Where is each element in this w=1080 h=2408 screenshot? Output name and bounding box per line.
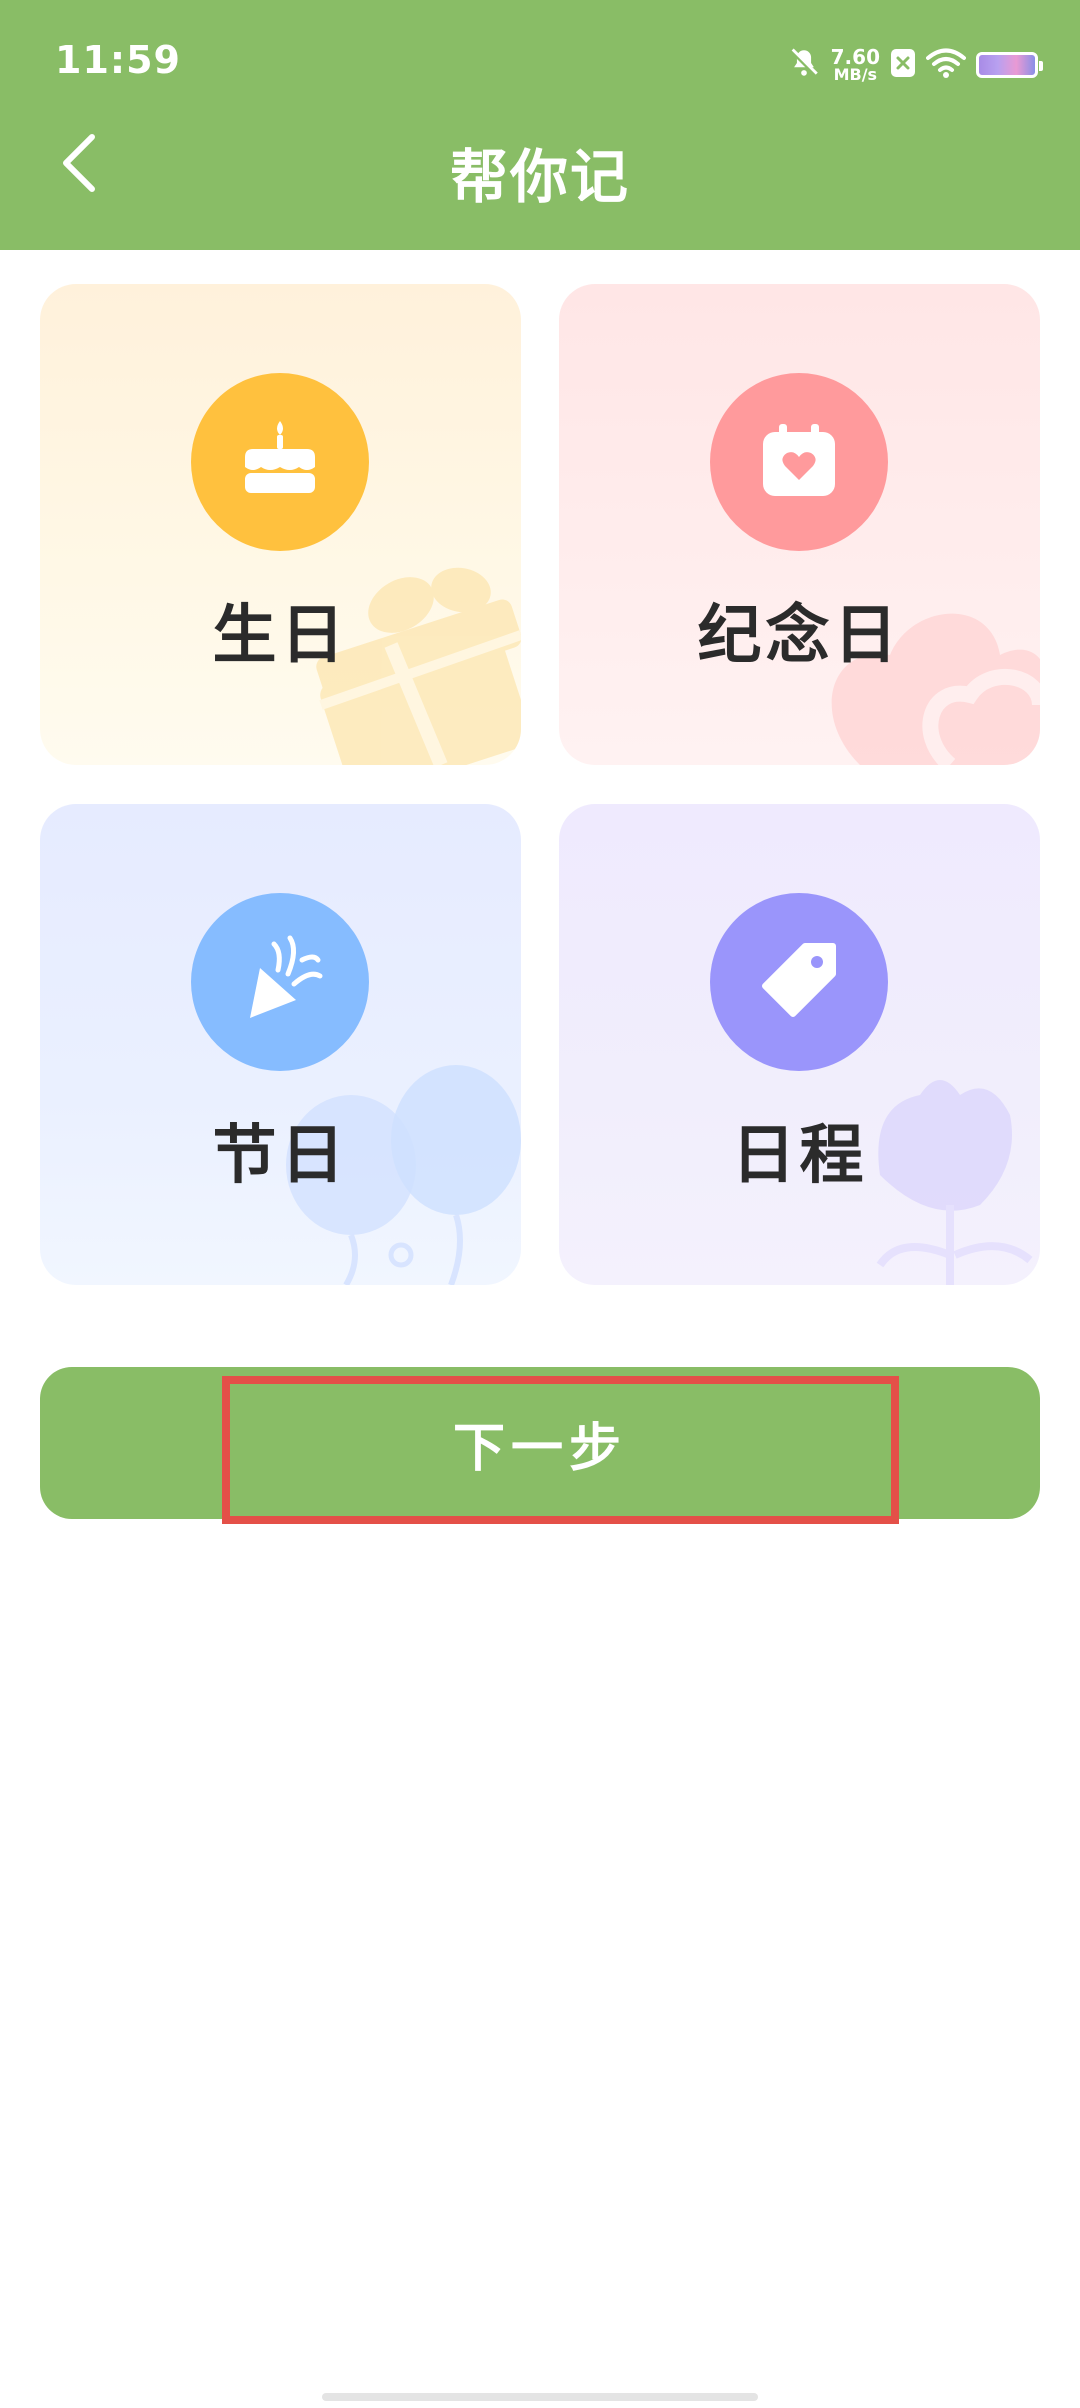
- card-label-anniversary: 纪念日: [697, 599, 902, 673]
- page-title: 帮你记: [449, 143, 630, 211]
- birthday-icon-circle: [191, 373, 369, 551]
- card-label-festival: 节日: [212, 1119, 349, 1193]
- card-label-birthday: 生日: [212, 599, 349, 673]
- tag-icon: [757, 938, 841, 1026]
- network-speed: 7.60 MB/s: [831, 47, 880, 83]
- status-icons: 7.60 MB/s: [787, 40, 1043, 90]
- wifi-icon: [926, 47, 966, 83]
- card-schedule[interactable]: 日程: [559, 804, 1040, 1285]
- schedule-icon-circle: [710, 893, 888, 1071]
- x-badge-icon: [890, 48, 916, 82]
- card-label-schedule: 日程: [731, 1119, 868, 1193]
- header-bar: 11:59 7.60 MB/s 帮你记: [0, 0, 1080, 250]
- network-speed-unit: MB/s: [833, 65, 878, 84]
- card-festival[interactable]: 节日: [40, 804, 521, 1285]
- festival-icon-circle: [191, 893, 369, 1071]
- home-indicator[interactable]: [322, 2393, 758, 2401]
- battery-icon: [976, 52, 1043, 78]
- status-time: 11:59: [55, 38, 181, 82]
- card-birthday[interactable]: 生日: [40, 284, 521, 765]
- birthday-cake-icon: [235, 415, 325, 509]
- anniversary-icon-circle: [710, 373, 888, 551]
- card-anniversary[interactable]: 纪念日: [559, 284, 1040, 765]
- party-popper-icon: [230, 930, 330, 1034]
- network-speed-value: 7.60: [830, 45, 880, 69]
- calendar-heart-icon: [757, 418, 841, 506]
- next-step-button[interactable]: 下一步: [40, 1367, 1040, 1519]
- bell-muted-icon: [787, 46, 821, 84]
